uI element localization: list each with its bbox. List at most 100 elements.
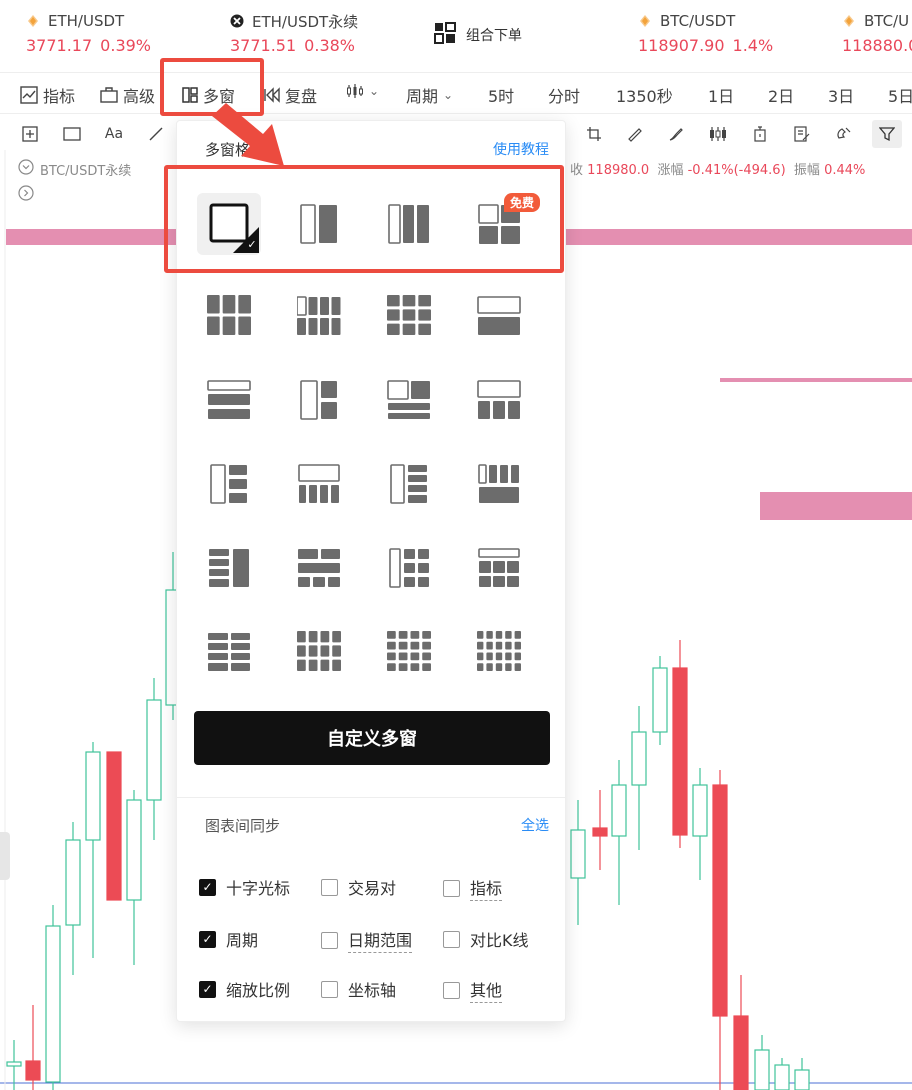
indicators-label: 指标 — [43, 87, 76, 106]
replay-button[interactable]: 复盘 — [264, 83, 317, 107]
checkbox-icon: ✓ — [199, 980, 216, 998]
replay-label: 复盘 — [285, 87, 318, 106]
popup-title: 多窗格 — [205, 141, 251, 159]
layout-left-tall-two-right-option[interactable] — [287, 369, 351, 431]
candle-body — [106, 751, 122, 901]
layout-two-rows-option[interactable] — [467, 285, 531, 347]
sync-checkbox[interactable]: ✓ 周期 — [199, 927, 258, 951]
crosshair-box-icon[interactable] — [20, 124, 40, 144]
candle-body — [631, 731, 647, 786]
layout-twenty-grid-option[interactable] — [467, 621, 531, 683]
tutorial-link[interactable]: 使用教程 — [493, 139, 549, 159]
candle-body — [692, 784, 708, 837]
ticker-price: 118880.0 — [842, 36, 912, 55]
layout-three-columns-option[interactable] — [377, 193, 441, 255]
text-tool-icon[interactable]: Aa — [104, 124, 124, 144]
layout-four-left-one-right-option[interactable] — [197, 537, 261, 599]
sync-checkbox[interactable]: ✓ 十字光标 — [199, 875, 290, 899]
candle-body — [652, 667, 668, 733]
rectangle-tool-icon[interactable] — [62, 124, 82, 144]
brush-tool-icon[interactable] — [666, 124, 686, 144]
sync-checkbox[interactable]: 坐标轴 — [321, 977, 396, 1001]
select-all-link[interactable]: 全选 — [521, 815, 549, 835]
sync-checkbox[interactable]: 对比K线 — [443, 927, 529, 951]
chart-toolbar: 指标 高级 多窗 复盘 ⌄ 周期 ⌄ 5时 分时 1350秒 1日 2日 3日 … — [0, 72, 912, 114]
chart-type-dropdown[interactable]: ⌄ — [346, 83, 379, 99]
layout-left-tall-four-right-option[interactable] — [377, 453, 441, 515]
interval-5d[interactable]: 5日 — [888, 83, 912, 107]
layout-three-rows-option[interactable] — [197, 369, 261, 431]
combo-order-button[interactable]: 组合下单 — [434, 22, 522, 48]
layout-twelve-grid-option[interactable] — [287, 621, 351, 683]
ruler-tool-icon[interactable] — [624, 124, 644, 144]
interval-label: 分时 — [548, 87, 581, 106]
ticker-symbol: BTC/U — [864, 12, 910, 30]
candle-compare-icon[interactable] — [708, 124, 728, 144]
layout-nine-grid-option[interactable] — [377, 285, 441, 347]
text-tool-label: Aa — [104, 126, 124, 142]
layout-twenty-grid-icon — [477, 631, 521, 671]
btc-coin-icon — [842, 14, 856, 28]
sync-checkbox[interactable]: 其他 — [443, 977, 503, 1003]
ticker-btc-truncated[interactable]: BTC/U 118880.0 — [842, 10, 912, 55]
candle-body — [794, 1069, 810, 1090]
line-tool-icon[interactable] — [146, 124, 166, 144]
ticker-change: 1.4% — [732, 36, 774, 55]
layout-twelve-grid-icon — [297, 631, 341, 671]
interval-1d[interactable]: 1日 — [708, 83, 734, 107]
candle-body — [592, 827, 608, 837]
sync-checkbox[interactable]: 交易对 — [321, 875, 396, 899]
layout-four-top-one-bottom-option[interactable] — [467, 453, 531, 515]
sync-checkbox[interactable]: 日期范围 — [321, 927, 413, 953]
interval-label: 1日 — [708, 87, 735, 106]
checkbox-icon — [443, 930, 460, 948]
interval-2d[interactable]: 2日 — [768, 83, 794, 107]
interval-time-share[interactable]: 分时 — [548, 83, 580, 107]
layout-left-tall-three-right-option[interactable] — [197, 453, 261, 515]
interval-3d[interactable]: 3日 — [828, 83, 854, 107]
magnet-tool-icon[interactable] — [834, 124, 854, 144]
layout-two-columns-option[interactable] — [287, 193, 351, 255]
layout-one-top-three-bottom-option[interactable] — [467, 369, 531, 431]
ticker-eth-usdt-perp[interactable]: ETH/USDT永续 3771.51 0.38% — [230, 10, 358, 56]
interval-label: 3日 — [828, 87, 855, 106]
layout-two-top-one-bottom-option[interactable] — [377, 369, 441, 431]
multiwindow-button[interactable]: 多窗 — [182, 83, 235, 107]
grid-icon — [434, 22, 456, 48]
layout-sixteen-grid-option[interactable] — [377, 621, 441, 683]
interval-1350s[interactable]: 1350秒 — [616, 83, 673, 107]
timer-tool-icon[interactable] — [750, 124, 770, 144]
layout-one-top-four-bottom-option[interactable] — [287, 453, 351, 515]
filter-icon[interactable] — [872, 120, 902, 148]
layout-six-grid-option[interactable] — [197, 285, 261, 347]
ticker-btc-usdt[interactable]: BTC/USDT 118907.90 1.4% — [638, 10, 773, 55]
checkbox-icon — [321, 878, 338, 896]
perpetual-icon — [230, 14, 244, 28]
layout-single-option[interactable]: ✓ — [197, 193, 261, 255]
ticker-eth-usdt[interactable]: ETH/USDT 3771.17 0.39% — [26, 10, 151, 55]
layout-left-tall-six-right-icon — [389, 548, 429, 588]
layout-eight-rows-option[interactable] — [197, 621, 261, 683]
advanced-button[interactable]: 高级 — [100, 83, 155, 107]
layout-two-top-three-bottom-icon — [298, 549, 340, 587]
indicators-button[interactable]: 指标 — [20, 83, 75, 107]
layout-left-tall-six-right-option[interactable] — [377, 537, 441, 599]
layout-two-top-three-bottom-option[interactable] — [287, 537, 351, 599]
layout-eight-grid-option[interactable] — [287, 285, 351, 347]
sync-option-label: 缩放比例 — [226, 981, 291, 1000]
period-dropdown[interactable]: 周期 ⌄ — [406, 83, 453, 107]
candle-body — [25, 1060, 41, 1081]
layout-one-top-six-bottom-option[interactable] — [467, 537, 531, 599]
side-panel-handle[interactable] — [0, 832, 10, 880]
candlestick-icon — [346, 83, 364, 99]
interval-5h[interactable]: 5时 — [488, 83, 514, 107]
crop-tool-icon[interactable] — [584, 124, 604, 144]
indicator-chart-icon — [20, 86, 38, 104]
sync-checkbox[interactable]: ✓ 缩放比例 — [199, 977, 290, 1001]
custom-multiwindow-button[interactable]: 自定义多窗 — [194, 711, 550, 765]
sync-option-label: 日期范围 — [348, 927, 413, 953]
edit-note-icon[interactable] — [792, 124, 812, 144]
candle-body — [85, 751, 101, 841]
candle-body — [570, 829, 586, 879]
sync-checkbox[interactable]: 指标 — [443, 875, 503, 901]
